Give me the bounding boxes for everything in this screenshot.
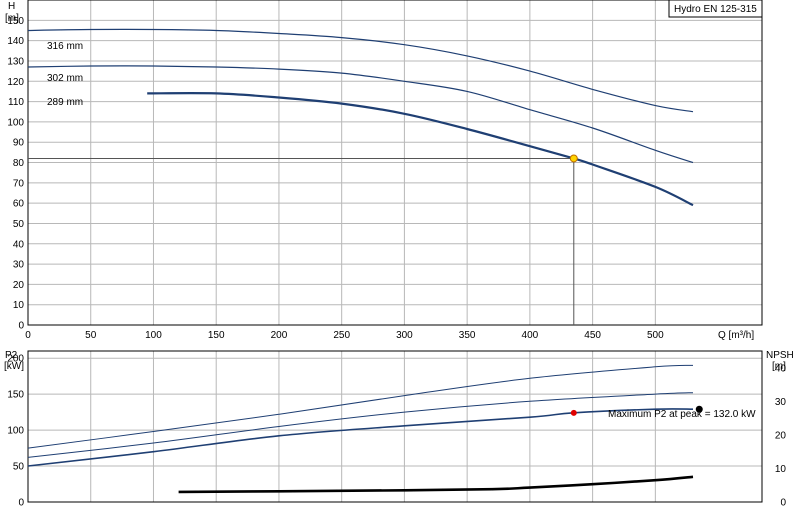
head-tick-label: 30 — [13, 260, 25, 271]
head-tick-label: 90 — [13, 138, 25, 149]
curve-316-mm — [27, 28, 694, 113]
power-axis-label-line1: P2 — [5, 350, 18, 361]
q-tick-label: 100 — [145, 330, 162, 341]
head-tick-label: 10 — [13, 300, 25, 311]
q-tick-label: 500 — [647, 330, 664, 341]
head-axis-label-line2: [m] — [5, 13, 19, 24]
curve-label-302-mm: 302 mm — [47, 73, 83, 84]
power-npsh-chart: 050100150200 010203040 P2 [kW] NPSH [m] … — [4, 350, 794, 509]
head-chart: 0 10 20 30 40 50 60 70 80 90 100 110 120 130 140 150 0 5… — [5, 0, 763, 341]
power-tick-label: 150 — [7, 390, 24, 401]
power-operating-point-marker — [570, 409, 577, 416]
q-tick-label: 400 — [522, 330, 539, 341]
head-tick-label: 60 — [13, 199, 25, 210]
power-axis-label-line2: [kW] — [4, 361, 24, 372]
curve-289-mm — [147, 92, 694, 207]
npsh-tick-label: 20 — [775, 430, 787, 441]
head-axis-label-line1: H — [8, 1, 15, 12]
head-tick-label: 80 — [13, 158, 25, 169]
curve-label-316-mm: 316 mm — [47, 41, 83, 52]
q-tick-label: 450 — [584, 330, 601, 341]
q-tick-label: 150 — [208, 330, 225, 341]
power-curve-289-mm — [27, 408, 694, 467]
head-tick-label: 0 — [18, 321, 24, 332]
head-tick-label: 40 — [13, 239, 25, 250]
npsh-curve — [178, 475, 694, 494]
power-tick-label: 100 — [7, 426, 24, 437]
operating-point-marker — [569, 154, 578, 163]
head-tick-label: 130 — [7, 56, 24, 67]
npsh-axis-label-line1: NPSH — [766, 350, 794, 361]
npsh-y-tick-labels: 010203040 — [775, 363, 787, 508]
head-tick-label: 70 — [13, 178, 25, 189]
power-tick-label: 0 — [18, 498, 24, 509]
head-tick-label: 20 — [13, 280, 25, 291]
q-tick-labels: 0 50 100 150 200 250 300 350 400 450 500 — [25, 330, 664, 341]
curve-302-mm — [27, 65, 694, 164]
curve-label-289-mm: 289 mm — [47, 97, 83, 108]
power-curve-316-mm — [27, 364, 694, 449]
chart-title: Hydro EN 125-315 — [674, 4, 757, 15]
peak-power-annotation: Maximum P2 at peak = 132.0 kW — [608, 409, 756, 420]
head-tick-label: 110 — [8, 97, 24, 108]
npsh-axis-label-line2: [m] — [772, 361, 786, 372]
q-tick-label: 350 — [459, 330, 476, 341]
head-tick-label: 100 — [7, 117, 24, 128]
q-axis-label: Q [m³/h] — [718, 330, 754, 341]
head-tick-label: 120 — [7, 77, 24, 88]
q-tick-label: 50 — [85, 330, 97, 341]
q-tick-label: 200 — [271, 330, 288, 341]
head-grid — [28, 0, 762, 325]
npsh-tick-label: 10 — [775, 464, 787, 475]
q-tick-label: 250 — [333, 330, 350, 341]
head-y-tick-labels: 0102030405060708090100110120130140150 — [7, 16, 24, 332]
pump-performance-chart: 0102030405060708090100110120130140150 05… — [4, 0, 794, 509]
npsh-tick-label: 0 — [780, 498, 786, 509]
npsh-tick-label: 30 — [775, 397, 787, 408]
q-tick-label: 0 — [25, 330, 31, 341]
q-tick-label: 300 — [396, 330, 413, 341]
power-tick-label: 50 — [13, 462, 25, 473]
head-tick-label: 140 — [7, 36, 24, 47]
head-tick-label: 50 — [13, 219, 25, 230]
power-y-tick-labels: 050100150200 — [7, 354, 24, 509]
